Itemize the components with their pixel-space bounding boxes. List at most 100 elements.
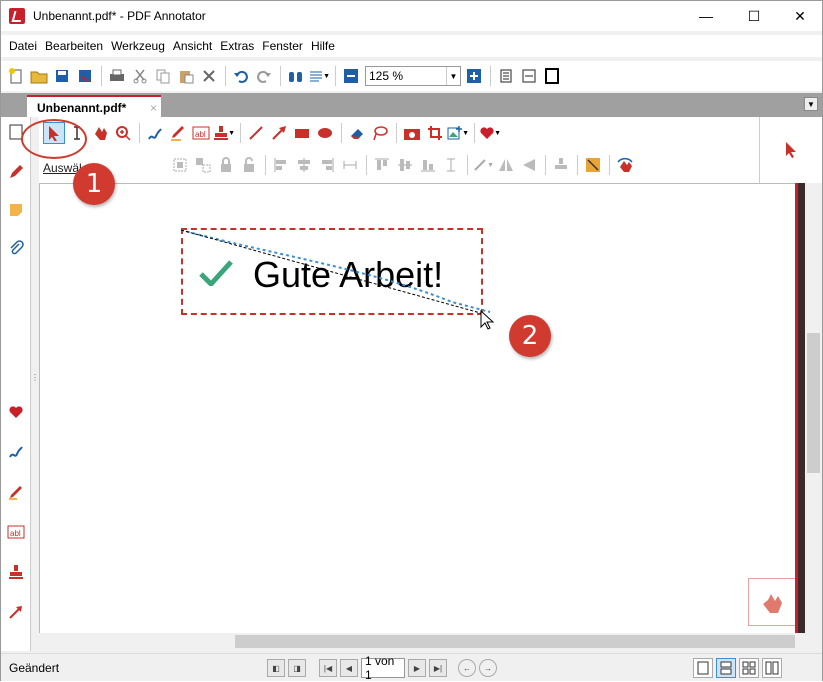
tab-list-dropdown[interactable]: ▼ <box>804 97 818 111</box>
sidebar-item-marker[interactable] <box>5 481 27 503</box>
sidebar-item-attachments[interactable] <box>5 237 27 259</box>
insert-image-tool-button[interactable]: ▼ <box>447 122 469 144</box>
vertical-scroll-thumb[interactable] <box>807 333 820 473</box>
lasso-tool-button[interactable] <box>369 122 391 144</box>
align-left-button[interactable] <box>270 154 292 176</box>
line-tool-button[interactable] <box>245 122 267 144</box>
text-tool-button[interactable]: abl <box>190 122 212 144</box>
grid-view-button[interactable] <box>762 658 782 678</box>
copy-button[interactable] <box>152 65 174 87</box>
horizontal-scroll-thumb[interactable] <box>235 635 795 648</box>
lock-button[interactable] <box>215 154 237 176</box>
delete-button[interactable] <box>198 65 220 87</box>
snapshot-tool-button[interactable] <box>401 122 423 144</box>
sidebar-item-text[interactable]: abl <box>5 521 27 543</box>
next-page-button[interactable]: ▶ <box>408 659 426 677</box>
redo-button[interactable] <box>253 65 275 87</box>
find-button[interactable] <box>285 65 307 87</box>
zoom-in-button[interactable] <box>463 65 485 87</box>
menu-extras[interactable]: Extras <box>216 39 258 53</box>
previous-page-button[interactable]: ◀ <box>340 659 358 677</box>
toolbar-separator <box>396 123 397 143</box>
document-properties-button[interactable]: ▼ <box>308 65 330 87</box>
flip-vertical-button[interactable] <box>518 154 540 176</box>
tab-close-icon[interactable]: × <box>150 101 157 115</box>
tab-unbenannt[interactable]: Unbenannt.pdf* × <box>27 95 161 117</box>
single-page-view-button[interactable] <box>693 658 713 678</box>
favorites-tool-button[interactable]: ▼ <box>479 122 501 144</box>
new-document-button[interactable] <box>5 65 27 87</box>
menu-hilfe[interactable]: Hilfe <box>307 39 339 53</box>
fullscreen-button[interactable] <box>541 65 563 87</box>
same-width-button[interactable] <box>339 154 361 176</box>
rectangle-tool-button[interactable] <box>291 122 313 144</box>
history-back-button[interactable]: ◧ <box>267 659 285 677</box>
save-as-button[interactable] <box>74 65 96 87</box>
last-page-button[interactable]: ▶| <box>429 659 447 677</box>
ellipse-tool-button[interactable] <box>314 122 336 144</box>
sidebar-resize-grip[interactable]: ⋮ <box>31 373 39 391</box>
cut-button[interactable] <box>129 65 151 87</box>
fit-page-button[interactable] <box>495 65 517 87</box>
zoom-out-button[interactable] <box>340 65 362 87</box>
first-page-button[interactable]: |◀ <box>319 659 337 677</box>
menu-ansicht[interactable]: Ansicht <box>169 39 216 53</box>
undo-button[interactable] <box>230 65 252 87</box>
arrow-tool-button[interactable] <box>268 122 290 144</box>
history-forward-button[interactable]: ◨ <box>288 659 306 677</box>
rotate-button[interactable]: ▼ <box>472 154 494 176</box>
sidebar-item-notes[interactable] <box>5 199 27 221</box>
zoom-tool-button[interactable] <box>112 122 134 144</box>
zoom-select[interactable]: 125 % ▼ <box>365 66 461 86</box>
lock-icon <box>221 157 231 172</box>
menu-werkzeug[interactable]: Werkzeug <box>107 39 169 53</box>
forward-button[interactable]: → <box>479 659 497 677</box>
close-button[interactable]: ✕ <box>777 1 823 31</box>
sidebar-item-pen-tool[interactable] <box>5 441 27 463</box>
chevron-down-icon[interactable]: ▼ <box>446 67 460 85</box>
stamp-properties-button[interactable] <box>550 154 572 176</box>
menu-fenster[interactable]: Fenster <box>258 39 307 53</box>
resize-button[interactable] <box>582 154 604 176</box>
group-button[interactable] <box>169 154 191 176</box>
align-middle-button[interactable] <box>394 154 416 176</box>
print-button[interactable] <box>106 65 128 87</box>
two-page-view-button[interactable] <box>739 658 759 678</box>
minimize-button[interactable]: — <box>683 1 729 31</box>
sidebar-item-arrow[interactable] <box>5 601 27 623</box>
same-height-button[interactable] <box>440 154 462 176</box>
unlock-button[interactable] <box>238 154 260 176</box>
sidebar-item-bookmarks[interactable] <box>5 161 27 183</box>
align-top-button[interactable] <box>371 154 393 176</box>
menu-bearbeiten[interactable]: Bearbeiten <box>41 39 107 53</box>
align-right-button[interactable] <box>316 154 338 176</box>
ungroup-button[interactable] <box>192 154 214 176</box>
save-button[interactable] <box>51 65 73 87</box>
align-left-icon <box>274 158 286 172</box>
properties-button[interactable] <box>614 154 636 176</box>
hand-tool-button[interactable] <box>89 122 111 144</box>
highlighter-tool-button[interactable] <box>167 122 189 144</box>
vertical-scrollbar[interactable] <box>805 183 822 633</box>
sidebar-item-stamp[interactable] <box>5 561 27 583</box>
open-button[interactable] <box>28 65 50 87</box>
document-view[interactable]: Gute Arbeit! <box>39 183 796 633</box>
flip-horizontal-button[interactable] <box>495 154 517 176</box>
back-button[interactable]: ← <box>458 659 476 677</box>
align-bottom-button[interactable] <box>417 154 439 176</box>
stamp-tool-button[interactable]: ▼ <box>213 122 235 144</box>
menu-datei[interactable]: Datei <box>5 39 41 53</box>
horizontal-scrollbar[interactable] <box>39 633 805 650</box>
align-center-button[interactable] <box>293 154 315 176</box>
zoom-value: 125 % <box>369 69 404 83</box>
fit-width-button[interactable] <box>518 65 540 87</box>
eraser-tool-button[interactable] <box>346 122 368 144</box>
paste-button[interactable] <box>175 65 197 87</box>
maximize-button[interactable]: ☐ <box>731 1 777 31</box>
sidebar-item-favorites[interactable] <box>5 401 27 423</box>
page-number-field[interactable]: 1 von 1 <box>361 654 405 682</box>
pen-tool-button[interactable] <box>144 122 166 144</box>
continuous-view-button[interactable] <box>716 658 736 678</box>
hand-tool-floating-button[interactable] <box>748 578 796 626</box>
crop-tool-button[interactable] <box>424 122 446 144</box>
